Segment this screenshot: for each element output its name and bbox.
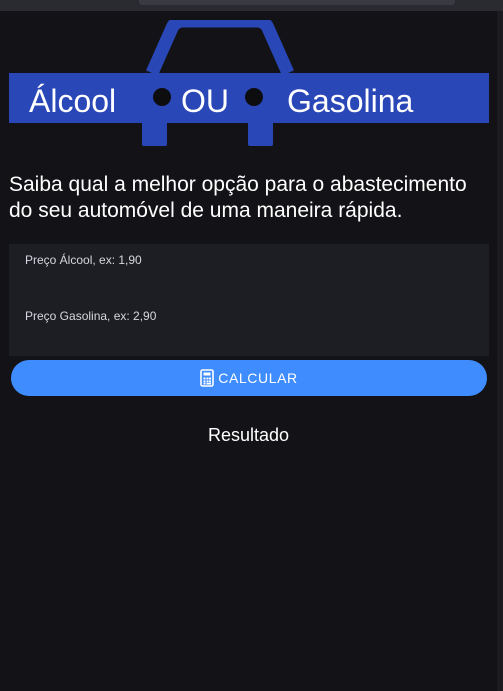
result-text: Resultado [207,425,290,445]
scrollbar-track[interactable] [497,11,503,691]
logo-word-ou: OU [181,83,229,119]
gas-price-field[interactable]: Preço Gasolina, ex: 2,90 [9,300,489,356]
logo-word-gasolina: Gasolina [287,83,414,119]
car-logo-graphic: Álcool OU Gasolina [9,14,489,146]
logo-word-alcool: Álcool [29,83,116,119]
alcohol-price-field[interactable]: Preço Álcool, ex: 1,90 [9,244,489,300]
app-logo: Álcool OU Gasolina [9,14,489,146]
alcohol-price-input[interactable] [9,244,489,300]
calculate-button[interactable]: CALCULAR [11,360,487,396]
top-bar-handle [139,0,455,5]
top-bar [0,0,503,11]
intro-tagline: Saiba qual a melhor opção para o abastec… [9,173,467,222]
gas-price-input[interactable] [9,300,489,356]
calculate-button-label: CALCULAR [218,370,298,386]
price-form: Preço Álcool, ex: 1,90 Preço Gasolina, e… [9,244,489,356]
calculator-icon [200,369,215,387]
